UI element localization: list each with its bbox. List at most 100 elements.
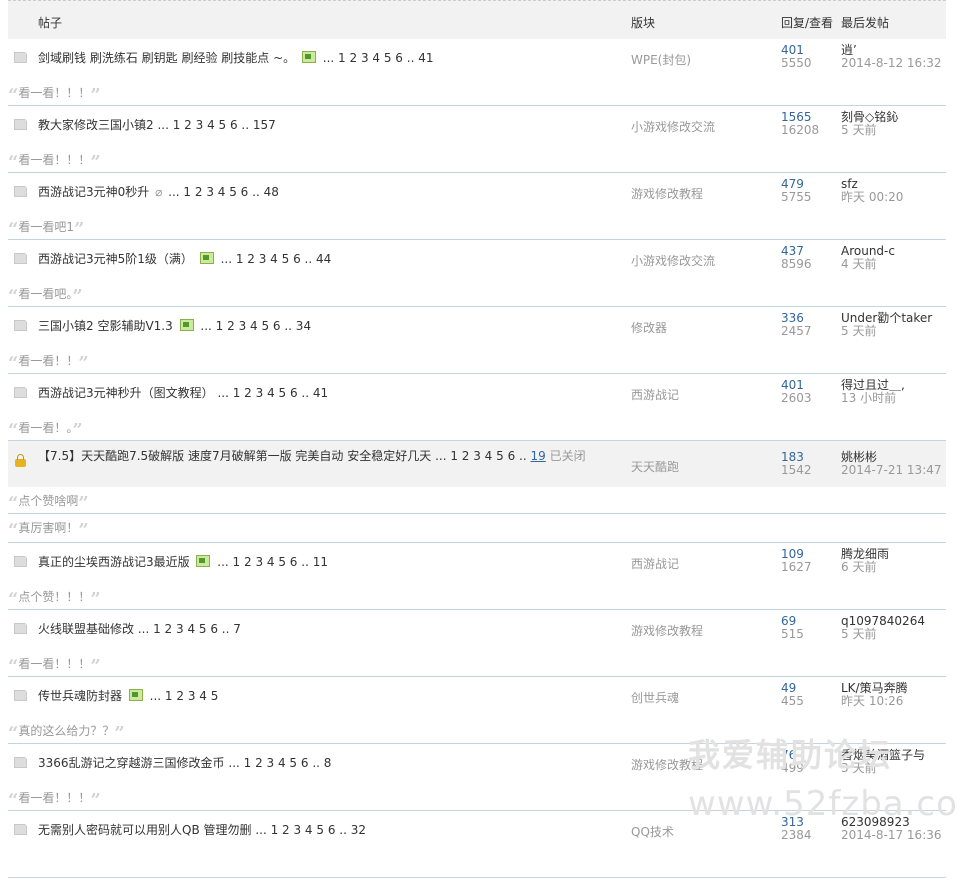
thread-title-link[interactable]: 火线联盟基础修改 — [38, 622, 134, 636]
thread-title-link[interactable]: 西游战记3元神5阶1级（满） — [38, 252, 193, 266]
folder-icon[interactable] — [14, 251, 28, 265]
last-post: 得过且过＿, 13 小时前 — [841, 379, 905, 405]
quote-text: 看一看！！！ — [18, 86, 91, 100]
thread-forum-link[interactable]: QQ技术 — [631, 823, 674, 840]
thread-pages[interactable]: ... 1 2 3 4 5 6 .. 41 — [217, 386, 328, 400]
folder-icon[interactable] — [14, 755, 28, 769]
thread-row: 西游战记3元神秒升（图文教程） ... 1 2 3 4 5 6 .. 41 西游… — [8, 374, 946, 441]
thread-pages[interactable]: ... 1 2 3 4 5 6 .. 8 — [228, 756, 331, 770]
close-quote-icon: ” — [74, 219, 85, 240]
thread-forum-link[interactable]: 游戏修改教程 — [631, 622, 703, 639]
close-quote-icon: ” — [90, 790, 101, 811]
closed-label: 已关闭 — [549, 449, 586, 463]
folder-icon[interactable] — [14, 117, 28, 131]
thread-row-extra-quote: “真厉害啊！” — [8, 514, 946, 543]
thread-pages[interactable]: ... 1 2 3 4 5 — [150, 689, 219, 703]
last-reply-quote: “点个赞啥啊” — [8, 491, 89, 514]
thread-row: 真正的尘埃西游战记3最近版 ... 1 2 3 4 5 6 .. 11 西游战记… — [8, 543, 946, 610]
thread-forum-link[interactable]: 小游戏修改交流 — [631, 252, 715, 269]
last-post: Around-c 4 天前 — [841, 245, 895, 271]
last-reply-quote: “真的这么给力？？” — [8, 721, 125, 744]
thread-title-link[interactable]: 3366乱游记之穿越游三国修改金币 — [38, 756, 225, 770]
close-quote-icon: ” — [78, 520, 89, 541]
last-post-time[interactable]: 6 天前 — [841, 561, 889, 574]
last-reply-quote: “看一看！。” — [8, 418, 83, 441]
thread-title-link[interactable]: 【7.5】天天酷跑7.5破解版 速度7月破解第一版 完美自动 安全稳定好几天 — [38, 449, 431, 463]
thread-forum-link[interactable]: WPE(封包) — [631, 51, 691, 68]
folder-icon[interactable] — [14, 822, 28, 836]
view-count: 455 — [781, 694, 804, 708]
thread-title-link[interactable]: 西游战记3元神0秒升 — [38, 185, 149, 199]
thread-pages[interactable]: ... 1 2 3 4 5 6 .. 34 — [200, 319, 311, 333]
thread-pages[interactable]: ... 1 2 3 4 5 6 .. 11 — [217, 555, 328, 569]
thread-main: 剑域刷钱 刷洗练石 刷钥匙 刷经验 刷技能点 ~。 ... 1 2 3 4 5 … — [8, 39, 946, 79]
last-post-time[interactable]: 5 天前 — [841, 628, 925, 641]
thread-title-link[interactable]: 无需别人密码就可以用别人QB 管理勿删 — [38, 823, 252, 837]
thread-pages[interactable]: ... 1 2 3 4 5 6 .. 44 — [221, 252, 332, 266]
thread-pages[interactable]: ... 1 2 3 4 5 6 .. 41 — [323, 51, 434, 65]
thread-title-link[interactable]: 西游战记3元神秒升（图文教程） — [38, 386, 214, 400]
quote-text: 看一看吧。 — [18, 287, 73, 301]
last-post: 腾龙细雨 6 天前 — [841, 548, 889, 574]
watermark-text: 我爱辅助论坛 — [688, 736, 893, 774]
folder-icon[interactable] — [14, 184, 28, 198]
thread-pages[interactable]: ... 1 2 3 4 5 6 .. 157 — [157, 118, 275, 132]
thread-pages[interactable]: ... 1 2 3 4 5 6 .. 48 — [168, 185, 279, 199]
last-reply-quote: “点个赞！！！” — [8, 587, 101, 610]
open-quote-icon: “ — [8, 493, 19, 514]
thread-pages[interactable]: ... 1 2 3 4 5 6 .. 19 — [435, 449, 546, 463]
last-post-time[interactable]: 2014-7-21 13:47 — [841, 464, 942, 477]
thread-title-link[interactable]: 三国小镇2 空影辅助V1.3 — [38, 319, 173, 333]
thread-title-link[interactable]: 剑域刷钱 刷洗练石 刷钥匙 刷经验 刷技能点 ~。 — [38, 51, 295, 65]
thread-title-link[interactable]: 教大家修改三国小镇2 — [38, 118, 154, 132]
thread-pages[interactable]: ... 1 2 3 4 5 6 .. 7 — [138, 622, 241, 636]
thread-title-link[interactable]: 真正的尘埃西游战记3最近版 — [38, 555, 190, 569]
last-reply-quote: “看一看！！！” — [8, 654, 101, 677]
header-stats: 回复/查看 — [781, 16, 834, 30]
close-quote-icon: ” — [72, 286, 83, 307]
folder-icon[interactable] — [14, 318, 28, 332]
folder-icon[interactable] — [14, 385, 28, 399]
open-quote-icon: “ — [8, 420, 19, 441]
image-attachment-icon — [199, 252, 214, 264]
open-quote-icon: “ — [8, 85, 19, 106]
thread-stats: 1565 16208 — [781, 111, 819, 137]
open-quote-icon: “ — [8, 723, 19, 744]
thread-forum-link[interactable]: 天天酷跑 — [631, 458, 679, 475]
open-quote-icon: “ — [8, 656, 19, 677]
thread-forum-link[interactable]: 游戏修改教程 — [631, 185, 703, 202]
last-post-time[interactable]: 2014-8-12 16:32 — [841, 57, 942, 70]
folder-icon[interactable] — [14, 50, 28, 64]
open-quote-icon: “ — [8, 152, 19, 173]
thread-stats: 183 1542 — [781, 451, 812, 477]
folder-icon[interactable] — [14, 688, 28, 702]
last-reply-quote: “看一看吧。” — [8, 284, 83, 307]
last-post: 刻骨◇铭鈊 5 天前 — [841, 111, 898, 137]
thread-title-link[interactable]: 传世兵魂防封器 — [38, 689, 122, 703]
folder-icon[interactable] — [14, 554, 28, 568]
last-page-link[interactable]: 19 — [531, 449, 546, 463]
thread-stats: 109 1627 — [781, 548, 812, 574]
last-post-time[interactable]: 5 天前 — [841, 325, 932, 338]
thread-row: 三国小镇2 空影辅助V1.3 ... 1 2 3 4 5 6 .. 34 修改器… — [8, 307, 946, 374]
last-post-time[interactable]: 昨天 10:26 — [841, 695, 908, 708]
thread-forum-link[interactable]: 西游战记 — [631, 555, 679, 572]
thread-pages[interactable]: ... 1 2 3 4 5 6 .. 32 — [255, 823, 366, 837]
thread-forum-link[interactable]: 修改器 — [631, 319, 667, 336]
thread-main: 【7.5】天天酷跑7.5破解版 速度7月破解第一版 完美自动 安全稳定好几天 .… — [8, 441, 946, 487]
thread-row: 教大家修改三国小镇2 ... 1 2 3 4 5 6 .. 157 小游戏修改交… — [8, 106, 946, 173]
view-count: 1627 — [781, 560, 812, 574]
folder-icon[interactable] — [14, 621, 28, 635]
last-post-time[interactable]: 13 小时前 — [841, 392, 905, 405]
header-last-post: 最后发帖 — [841, 16, 890, 30]
thread-forum-link[interactable]: 小游戏修改交流 — [631, 118, 715, 135]
thread-forum-link[interactable]: 创世兵魂 — [631, 689, 679, 706]
quote-text: 看一看吧1 — [18, 220, 74, 234]
last-post-time[interactable]: 4 天前 — [841, 258, 895, 271]
thread-forum-link[interactable]: 西游战记 — [631, 386, 679, 403]
last-post-time[interactable]: 昨天 00:20 — [841, 191, 903, 204]
thread-stats: 49 455 — [781, 682, 804, 708]
last-post-time[interactable]: 5 天前 — [841, 124, 898, 137]
thread-title-cell: 无需别人密码就可以用别人QB 管理勿删 ... 1 2 3 4 5 6 .. 3… — [38, 822, 628, 838]
last-post-time[interactable]: 2014-8-17 16:36 — [841, 829, 942, 842]
